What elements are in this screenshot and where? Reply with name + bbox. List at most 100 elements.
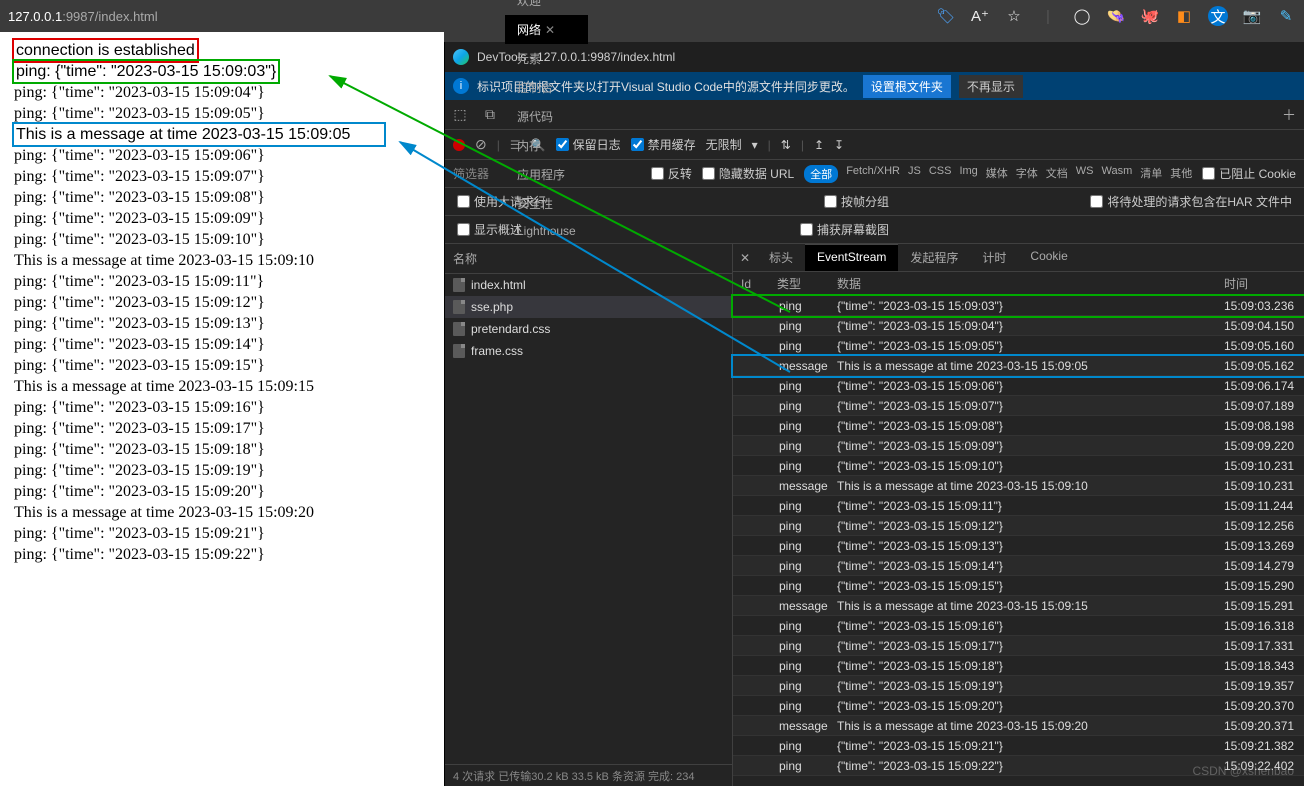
tab-内存[interactable]: 内存 [505,131,588,160]
request-item[interactable]: frame.css [445,340,732,362]
eventstream-row[interactable]: ping{"time": "2023-03-15 15:09:10"}15:09… [733,456,1304,476]
type-filter-CSS[interactable]: CSS [929,165,952,183]
eventstream-row[interactable]: ping{"time": "2023-03-15 15:09:16"}15:09… [733,616,1304,636]
col-id-header[interactable]: Id [733,277,777,291]
detail-tab-Cookie[interactable]: Cookie [1018,244,1079,271]
invert-checkbox[interactable]: 反转 [651,165,692,182]
disable-cache-checkbox[interactable]: 禁用缓存 [631,136,696,153]
tag-icon[interactable]: 🏷 [936,6,956,26]
camera-icon[interactable]: 📷 [1242,6,1262,26]
browser-address-bar: 127.0.0.1:9987/index.html 🏷 A⁺ ☆ | ◯ 👒 🐙… [0,0,1304,32]
eventstream-row[interactable]: ping{"time": "2023-03-15 15:09:18"}15:09… [733,656,1304,676]
devtools-tabs: ⬚ ⧉ 欢迎网络✕元素控制台源代码内存应用程序安全性Lighthouse ＋ [445,100,1304,130]
request-item[interactable]: pretendard.css [445,318,732,340]
type-filter-Wasm[interactable]: Wasm [1102,165,1133,183]
eventstream-row[interactable]: messageThis is a message at time 2023-03… [733,596,1304,616]
col-type-header[interactable]: 类型 [777,275,837,292]
tab-源代码[interactable]: 源代码 [505,102,588,131]
eventstream-row[interactable]: ping{"time": "2023-03-15 15:09:14"}15:09… [733,556,1304,576]
eventstream-row[interactable]: ping{"time": "2023-03-15 15:09:04"}15:09… [733,316,1304,336]
set-root-button[interactable]: 设置根文件夹 [863,75,951,98]
close-detail-icon[interactable]: ✕ [733,251,757,265]
url-text[interactable]: 127.0.0.1:9987/index.html [8,9,158,24]
tab-网络[interactable]: 网络✕ [505,15,588,44]
read-aloud-icon[interactable]: A⁺ [970,6,990,26]
detail-tab-EventStream[interactable]: EventStream [805,244,898,271]
eventstream-row[interactable]: ping{"time": "2023-03-15 15:09:07"}15:09… [733,396,1304,416]
eventstream-row[interactable]: ping{"time": "2023-03-15 15:09:08"}15:09… [733,416,1304,436]
eventstream-row[interactable]: messageThis is a message at time 2023-03… [733,356,1304,376]
eventstream-row[interactable]: ping{"time": "2023-03-15 15:09:17"}15:09… [733,636,1304,656]
hide-data-url-checkbox[interactable]: 隐藏数据 URL [702,165,794,182]
eventstream-row[interactable]: ping{"time": "2023-03-15 15:09:11"}15:09… [733,496,1304,516]
screenshot-checkbox[interactable]: 捕获屏幕截图 [800,221,889,238]
wifi-icon[interactable]: ⇅ [781,138,791,152]
group-frame-checkbox[interactable]: 按帧分组 [824,193,889,210]
download-icon[interactable]: ↧ [834,138,844,152]
type-filter-字体[interactable]: 字体 [1016,165,1038,183]
square-icon[interactable]: ◧ [1174,6,1194,26]
tab-控制台[interactable]: 控制台 [505,73,588,102]
eventstream-row[interactable]: ping{"time": "2023-03-15 15:09:15"}15:09… [733,576,1304,596]
type-filter-文档[interactable]: 文档 [1046,165,1068,183]
filter-input[interactable]: 筛选器 [453,165,489,182]
tab-欢迎[interactable]: 欢迎 [505,0,588,15]
upload-icon[interactable]: ↥ [814,138,824,152]
detail-tab-计时[interactable]: 计时 [970,244,1018,271]
tab-应用程序[interactable]: 应用程序 [505,160,588,189]
eventstream-row[interactable]: ping{"time": "2023-03-15 15:09:19"}15:09… [733,676,1304,696]
output-line: ping: {"time": "2023-03-15 15:09:07"} [14,166,430,187]
tab-安全性[interactable]: 安全性 [505,189,588,218]
page-content: connection is establishedping: {"time": … [0,32,444,786]
info-icon: i [453,78,469,94]
col-time-header[interactable]: 时间 [1224,275,1304,292]
eventstream-row[interactable]: ping{"time": "2023-03-15 15:09:20"}15:09… [733,696,1304,716]
detail-tab-标头[interactable]: 标头 [757,244,805,271]
output-line: ping: {"time": "2023-03-15 15:09:13"} [14,313,430,334]
eventstream-row[interactable]: ping{"time": "2023-03-15 15:09:06"}15:09… [733,376,1304,396]
favorite-icon[interactable]: ☆ [1004,6,1024,26]
record-button[interactable] [453,139,465,151]
tab-Lighthouse[interactable]: Lighthouse [505,218,588,244]
divider-icon: | [1038,6,1058,26]
eventstream-row[interactable]: ping{"time": "2023-03-15 15:09:03"}15:09… [733,296,1304,316]
type-filter-JS[interactable]: JS [908,165,921,183]
output-line: ping: {"time": "2023-03-15 15:09:09"} [14,208,430,229]
eventstream-row[interactable]: ping{"time": "2023-03-15 15:09:09"}15:09… [733,436,1304,456]
eventstream-row[interactable]: ping{"time": "2023-03-15 15:09:05"}15:09… [733,336,1304,356]
clear-button[interactable]: ⊘ [475,136,487,153]
eventstream-row[interactable]: ping{"time": "2023-03-15 15:09:13"}15:09… [733,536,1304,556]
type-filter-Fetch/XHR[interactable]: Fetch/XHR [846,165,900,183]
eventstream-row[interactable]: messageThis is a message at time 2023-03… [733,476,1304,496]
type-filter-媒体[interactable]: 媒体 [986,165,1008,183]
detail-tab-发起程序[interactable]: 发起程序 [898,244,970,271]
inspect-icon[interactable]: ⬚ [445,106,475,123]
translate-icon[interactable]: 文 [1208,6,1228,26]
type-filter-Img[interactable]: Img [959,165,977,183]
chevron-down-icon[interactable]: ▾ [752,138,758,152]
tab-元素[interactable]: 元素 [505,44,588,73]
output-line: ping: {"time": "2023-03-15 15:09:18"} [14,439,430,460]
col-data-header[interactable]: 数据 [837,275,1224,292]
type-filter-其他[interactable]: 其他 [1170,165,1192,183]
eventstream-row[interactable]: messageThis is a message at time 2023-03… [733,716,1304,736]
blocked-cookies-checkbox[interactable]: 已阻止 Cookie [1202,165,1296,182]
type-filter-WS[interactable]: WS [1076,165,1094,183]
har-checkbox[interactable]: 将待处理的请求包含在HAR 文件中 [1090,193,1292,210]
type-filter-全部[interactable]: 全部 [804,165,838,183]
throttle-select[interactable]: 无限制 [706,136,742,153]
eventstream-row[interactable]: ping{"time": "2023-03-15 15:09:21"}15:09… [733,736,1304,756]
cat-icon[interactable]: 🐙 [1140,6,1160,26]
type-filter-清单[interactable]: 清单 [1140,165,1162,183]
output-line: ping: {"time": "2023-03-15 15:09:05"} [14,103,430,124]
add-tab-icon[interactable]: ＋ [1274,105,1304,125]
request-item[interactable]: sse.php [445,296,732,318]
eventstream-row[interactable]: ping{"time": "2023-03-15 15:09:12"}15:09… [733,516,1304,536]
device-icon[interactable]: ⧉ [475,106,505,123]
request-item[interactable]: index.html [445,274,732,296]
circle-icon[interactable]: ◯ [1072,6,1092,26]
coin-icon[interactable]: 👒 [1106,6,1126,26]
pencil-icon[interactable]: ✎ [1276,6,1296,26]
dismiss-button[interactable]: 不再显示 [959,75,1023,98]
request-list: 名称 index.htmlsse.phppretendard.cssframe.… [445,244,733,786]
